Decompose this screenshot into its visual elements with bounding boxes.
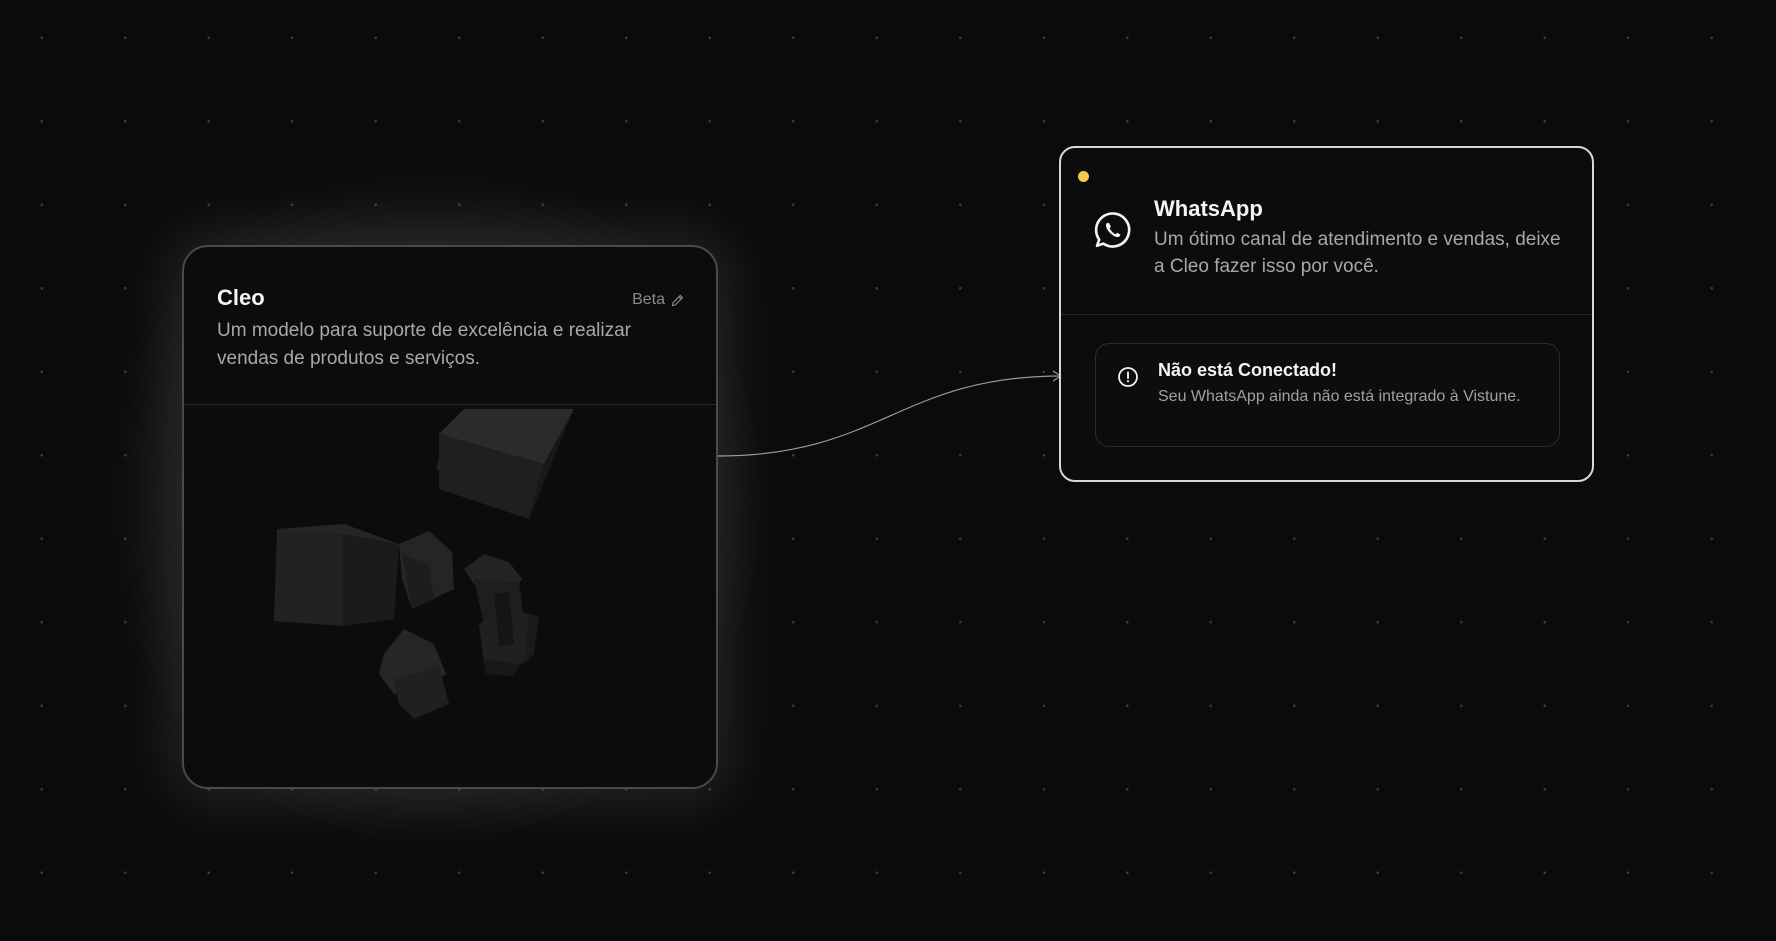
whatsapp-icon bbox=[1094, 212, 1131, 248]
pencil-icon bbox=[671, 294, 684, 306]
connection-alert: Não está Conectado! Seu WhatsApp ainda n… bbox=[1095, 343, 1560, 447]
whatsapp-title: WhatsApp bbox=[1154, 196, 1263, 221]
beta-edit-button[interactable]: Beta bbox=[632, 291, 684, 309]
cleo-description: Um modelo para suporte de excelência e r… bbox=[217, 320, 631, 369]
whatsapp-description: Um ótimo canal de atendimento e vendas, … bbox=[1154, 229, 1561, 277]
cleo-title: Cleo bbox=[217, 285, 265, 310]
alert-title: Não está Conectado! bbox=[1158, 360, 1338, 380]
whatsapp-node-card[interactable]: WhatsApp Um ótimo canal de atendimento e… bbox=[1059, 146, 1594, 482]
cleo-3d-preview bbox=[184, 404, 716, 787]
alert-description: Seu WhatsApp ainda não está integrado à … bbox=[1158, 388, 1521, 405]
whatsapp-card-header: WhatsApp Um ótimo canal de atendimento e… bbox=[1061, 148, 1592, 315]
cleo-card-header: Cleo Beta Um modelo para suporte de exce… bbox=[184, 247, 716, 405]
cleo-node-card[interactable]: Cleo Beta Um modelo para suporte de exce… bbox=[182, 245, 718, 789]
alert-circle-icon bbox=[1118, 367, 1138, 387]
cubes-illustration bbox=[274, 409, 574, 719]
beta-label: Beta bbox=[632, 291, 665, 308]
